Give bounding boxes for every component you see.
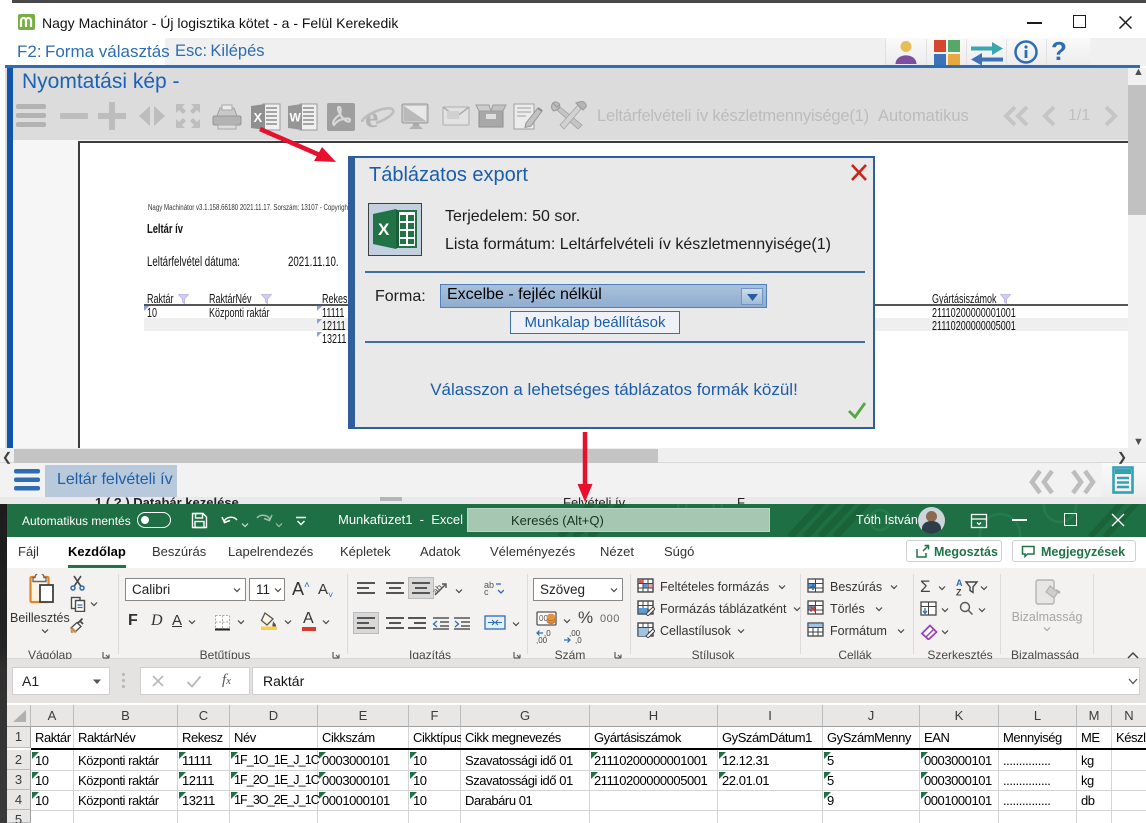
svg-text:Z: Z — [956, 588, 962, 597]
svg-text:,00: ,00 — [536, 636, 548, 644]
svg-text:X: X — [254, 110, 263, 125]
svg-text:X: X — [378, 220, 390, 239]
svg-text:c: c — [484, 587, 489, 596]
svg-text:W: W — [290, 111, 302, 125]
svg-text:,0: ,0 — [575, 636, 582, 644]
svg-text:A: A — [956, 578, 963, 588]
